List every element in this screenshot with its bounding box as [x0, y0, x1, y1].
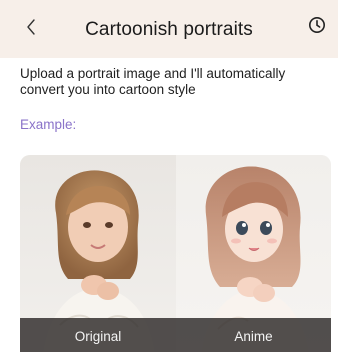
- original-caption: Original: [74, 329, 122, 344]
- example-label: Example:: [20, 117, 77, 132]
- clock-icon: [309, 17, 325, 33]
- anime-caption: Anime: [234, 329, 273, 344]
- page-title: Cartoonish portraits: [85, 19, 253, 40]
- screen: Cartoonish portraits Upload a portrait i…: [0, 0, 338, 352]
- description-text: Upload a portrait image and I'll automat…: [20, 66, 286, 97]
- history-button[interactable]: [305, 13, 329, 37]
- header-bar: Cartoonish portraits: [0, 0, 338, 58]
- example-comparison-card: Original Anime: [20, 155, 331, 352]
